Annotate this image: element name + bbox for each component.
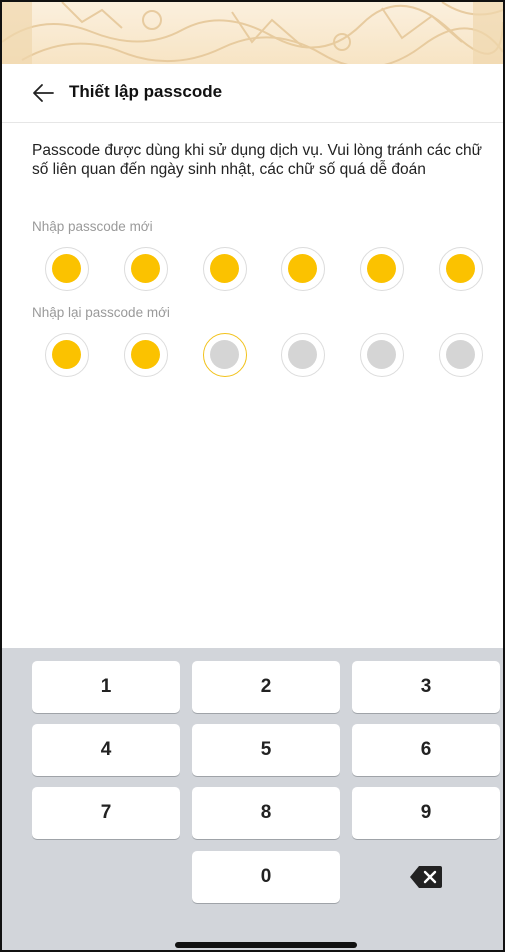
key-2[interactable]: 2 xyxy=(192,661,340,713)
key-3[interactable]: 3 xyxy=(352,661,500,713)
confirm-passcode-dots[interactable] xyxy=(45,333,483,377)
decorative-pattern xyxy=(2,2,503,64)
key-1[interactable]: 1 xyxy=(32,661,180,713)
filled-dot-icon xyxy=(446,254,475,283)
passcode-dot xyxy=(281,247,325,291)
new-passcode-dots[interactable] xyxy=(45,247,483,291)
filled-dot-icon xyxy=(367,254,396,283)
header-divider xyxy=(2,122,503,123)
empty-dot-icon xyxy=(288,340,317,369)
new-passcode-label: Nhập passcode mới xyxy=(32,219,153,234)
passcode-dot xyxy=(203,333,247,377)
numeric-keypad: 1 2 3 4 5 6 7 8 9 0 xyxy=(2,648,503,950)
key-9[interactable]: 9 xyxy=(352,787,500,839)
passcode-dot xyxy=(439,247,483,291)
key-7[interactable]: 7 xyxy=(32,787,180,839)
backspace-icon xyxy=(410,866,442,888)
passcode-dot xyxy=(45,333,89,377)
key-6[interactable]: 6 xyxy=(352,724,500,776)
arrow-left-icon[interactable] xyxy=(32,83,54,103)
filled-dot-icon xyxy=(52,340,81,369)
passcode-dot xyxy=(360,247,404,291)
key-8[interactable]: 8 xyxy=(192,787,340,839)
passcode-dot xyxy=(124,333,168,377)
key-4[interactable]: 4 xyxy=(32,724,180,776)
filled-dot-icon xyxy=(288,254,317,283)
empty-dot-icon xyxy=(367,340,396,369)
empty-dot-icon xyxy=(446,340,475,369)
key-5[interactable]: 5 xyxy=(192,724,340,776)
empty-dot-icon xyxy=(210,340,239,369)
filled-dot-icon xyxy=(131,340,160,369)
passcode-dot xyxy=(45,247,89,291)
passcode-dot xyxy=(203,247,247,291)
header-banner xyxy=(2,2,503,64)
filled-dot-icon xyxy=(210,254,239,283)
passcode-dot xyxy=(360,333,404,377)
delete-key[interactable] xyxy=(352,851,500,903)
passcode-dot xyxy=(439,333,483,377)
filled-dot-icon xyxy=(131,254,160,283)
key-0[interactable]: 0 xyxy=(192,851,340,903)
page-title: Thiết lập passcode xyxy=(69,82,223,101)
home-indicator xyxy=(175,942,357,948)
passcode-dot xyxy=(281,333,325,377)
app-screen: Thiết lập passcode Passcode được dùng kh… xyxy=(0,0,505,952)
confirm-passcode-label: Nhập lại passcode mới xyxy=(32,305,170,320)
passcode-dot xyxy=(124,247,168,291)
description-text: Passcode được dùng khi sử dụng dịch vụ. … xyxy=(32,142,482,178)
top-bar: Thiết lập passcode xyxy=(2,64,503,122)
filled-dot-icon xyxy=(52,254,81,283)
